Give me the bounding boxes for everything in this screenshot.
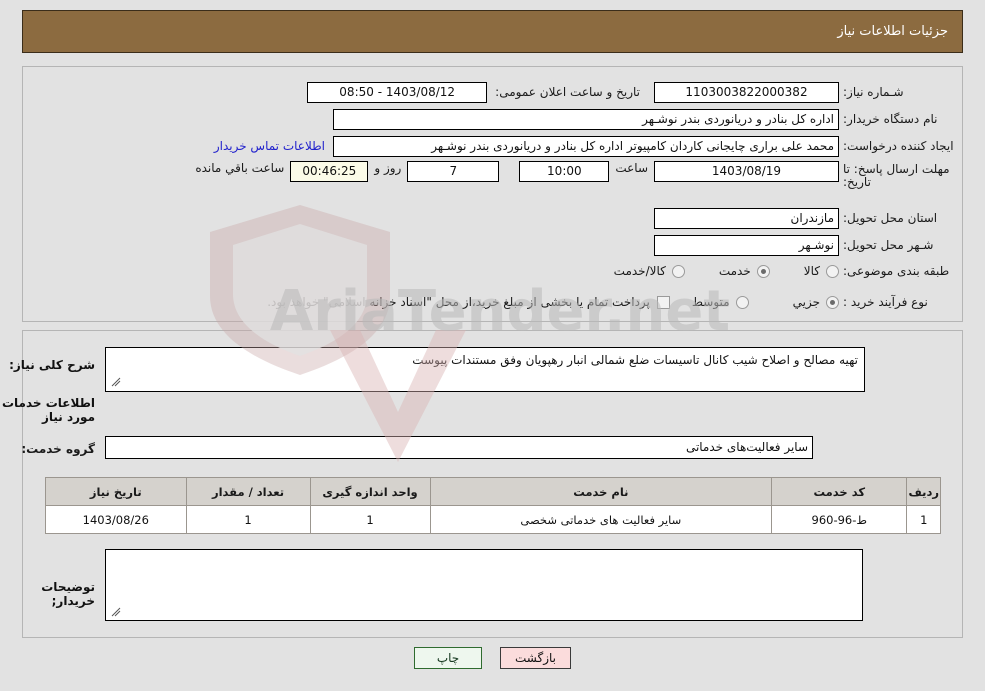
services-table: ردیف کد خدمت نام خدمت واحد اندازه گیری ت… (45, 477, 941, 534)
footer-button-bar: بازگشت چاپ (0, 647, 985, 669)
buyer-org-label: نام دستگاه خریدار: (843, 112, 938, 126)
service-group-value: سایر فعالیت‌های خدماتی (105, 436, 813, 459)
row-province: استان محل تحویل: مازندران (654, 206, 961, 230)
buyer-contact-link[interactable]: اطلاعات تماس خریدار (214, 139, 333, 153)
print-button[interactable]: چاپ (414, 647, 482, 669)
process-option-label: متوسط (691, 295, 730, 309)
process-option-jozi[interactable]: جزیي (793, 295, 839, 309)
need-info-panel (22, 66, 963, 322)
cell-unit: 1 (309, 505, 431, 534)
th-name: نام خدمت (429, 477, 773, 506)
deadline-date-value: 1403/08/19 (654, 161, 839, 182)
announce-value: 1403/08/12 - 08:50 (307, 81, 488, 103)
page-title: جزئیات اطلاعات نیاز (837, 24, 948, 39)
requester-label: ایجاد کننده درخواست: (843, 139, 954, 153)
category-option-label: کالا/خدمت (613, 264, 666, 278)
row-announce-date: تاریخ و ساعت اعلان عمومی: 1403/08/12 - 0… (307, 80, 640, 104)
buyer-notes-textarea[interactable] (105, 549, 863, 621)
page-header: جزئیات اطلاعات نیاز (22, 10, 963, 53)
remaining-hours-label: ساعت باقي مانده (195, 161, 285, 175)
announce-label: تاریخ و ساعت اعلان عمومی: (495, 85, 640, 99)
category-option-label: خدمت (718, 264, 751, 278)
category-option-kala[interactable]: کالا (804, 264, 839, 278)
category-option-kala-khedmat[interactable]: کالا/خدمت (614, 264, 685, 278)
deadline-hour-value: 10:00 (519, 161, 610, 182)
radio-icon[interactable] (756, 264, 770, 278)
row-deadline: مهلت ارسال پاسخ: تا تاریخ: 1403/08/19 سا… (189, 161, 961, 189)
th-date: تاریخ نیاز (45, 477, 187, 506)
city-label: شـهر محل تحویل: (843, 238, 934, 252)
category-radio-group: کالا خدمت کالا/خدمت (580, 264, 839, 278)
cell-radif: 1 (906, 505, 941, 534)
th-radif: ردیف (906, 477, 941, 506)
radio-icon[interactable] (826, 295, 839, 309)
category-option-khedmat[interactable]: خدمت (719, 264, 770, 278)
row-service-group: گروه خدمت: (21, 437, 95, 461)
buyer-notes-label: توضیحات خریدار; (41, 580, 95, 608)
buyer-org-value: اداره کل بنادر و دریانوردی بندر نوشـهر (333, 108, 839, 130)
service-group-label: گروه خدمت: (21, 442, 95, 456)
city-value: نوشـهر (654, 234, 839, 256)
row-requester: ایجاد کننده درخواست: محمد علی براری چایج… (214, 134, 961, 158)
radio-icon[interactable] (735, 295, 749, 309)
province-label: استان محل تحویل: (843, 211, 938, 225)
th-code: کد خدمت (771, 477, 908, 506)
cell-date: 1403/08/26 (45, 505, 187, 534)
category-label: طبقه بندی موضوعی: (843, 264, 950, 278)
row-buyer-org: نام دستگاه خریدار: اداره کل بنادر و دریا… (333, 107, 961, 131)
radio-icon[interactable] (826, 264, 839, 278)
treasury-bond-text: پرداخت تمام یا بخشی از مبلغ خرید،از محل … (267, 295, 650, 309)
radio-icon[interactable] (671, 264, 685, 278)
cell-name: سایر فعالیت های خدماتی شخصی (429, 505, 773, 534)
cell-qty: 1 (185, 505, 311, 534)
table-row: 1 ط-96-960 سایر فعالیت های خدماتی شخصی 1… (45, 505, 941, 534)
table-header-row: ردیف کد خدمت نام خدمت واحد اندازه گیری ت… (45, 477, 941, 506)
hour-label: ساعت (615, 161, 648, 175)
row-process-type: نوع فرآیند خرید : جزیي متوسط پرداخت تمام… (267, 290, 961, 314)
services-table-wrapper: ردیف کد خدمت نام خدمت واحد اندازه گیری ت… (45, 477, 941, 534)
need-number-value: 1103003822000382 (654, 81, 839, 103)
th-qty: تعداد / مقدار (185, 477, 311, 506)
row-category: طبقه بندی موضوعی: کالا خدمت کالا/خدمت (580, 259, 961, 283)
cell-code: ط-96-960 (771, 505, 908, 534)
summary-label: شرح کلی نیاز: (9, 358, 95, 372)
process-radio-group: جزیي متوسط (670, 295, 839, 309)
treasury-bond-checkbox[interactable] (656, 295, 670, 309)
need-number-label: شـماره نیاز: (843, 85, 904, 99)
process-option-label: جزیي (792, 295, 820, 309)
process-label: نوع فرآیند خرید : (843, 295, 928, 309)
days-label: روز و (374, 161, 402, 175)
summary-textarea[interactable]: تهیه مصالح و اصلاح شیب کانال تاسیسات ضلع… (105, 347, 865, 392)
back-button[interactable]: بازگشت (500, 647, 571, 669)
countdown-timer-value: 00:46:25 (290, 161, 369, 182)
category-option-label: کالا (803, 264, 820, 278)
province-value: مازندران (654, 207, 839, 229)
process-option-motavasset[interactable]: متوسط (692, 295, 749, 309)
remaining-days-value: 7 (407, 161, 500, 182)
row-need-number: شـماره نیاز: 1103003822000382 (654, 80, 961, 104)
services-heading: اطلاعات خدمات مورد نیاز (1, 396, 95, 424)
requester-value: محمد علی براری چایجانی کاردان کامپیوتر ا… (333, 135, 839, 157)
deadline-label: مهلت ارسال پاسخ: تا تاریخ: (843, 162, 950, 189)
row-city: شـهر محل تحویل: نوشـهر (654, 233, 961, 257)
th-unit: واحد اندازه گیری (309, 477, 431, 506)
